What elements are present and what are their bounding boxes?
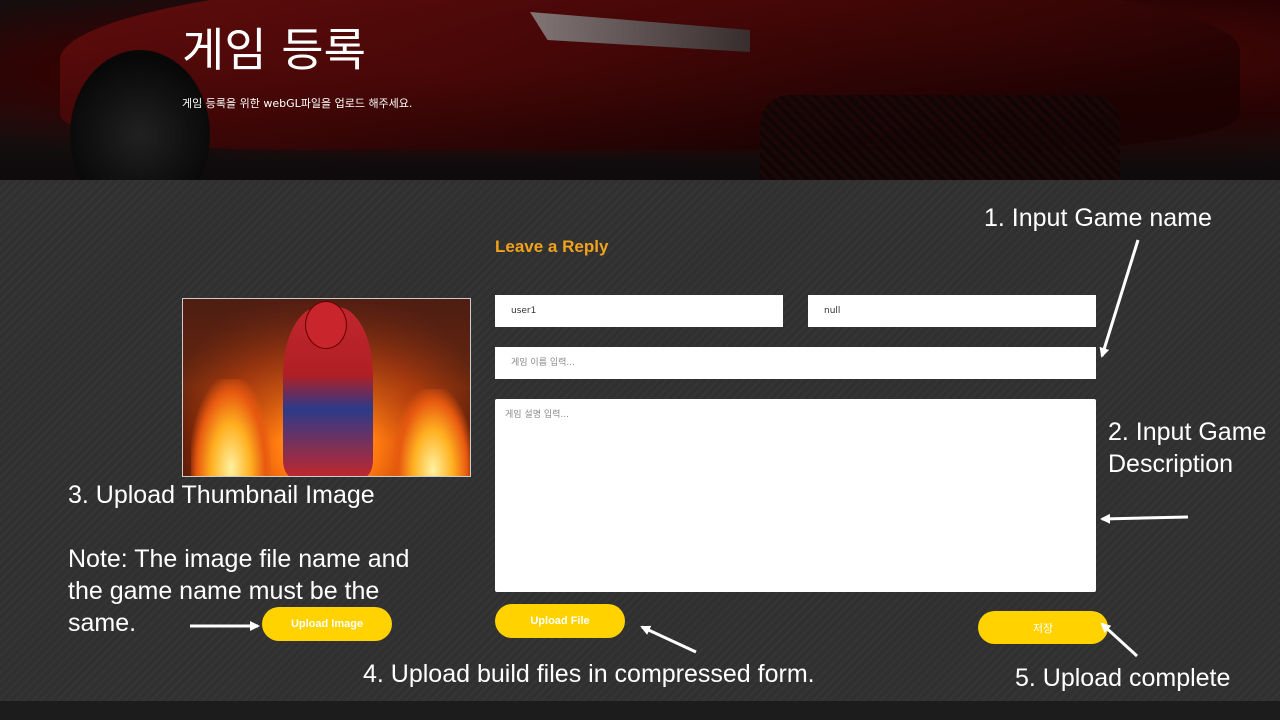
page-title: 게임 등록 xyxy=(182,23,366,77)
game-name-input[interactable] xyxy=(495,347,1096,379)
user-field[interactable] xyxy=(495,295,783,327)
game-description-input[interactable] xyxy=(495,399,1096,592)
form-section-title: Leave a Reply xyxy=(495,237,609,256)
thumbnail-preview-image xyxy=(182,298,471,477)
footer-bar xyxy=(0,701,1280,720)
annotation-step-1: 1. Input Game name xyxy=(984,204,1212,232)
save-button[interactable]: 저장 xyxy=(978,611,1108,644)
annotation-step-4: 4. Upload build files in compressed form… xyxy=(363,660,815,688)
annotation-step-2: 2. Input Game Description xyxy=(1108,418,1267,478)
annotation-note: Note: The image file name and the game n… xyxy=(68,545,410,637)
upload-file-button[interactable]: Upload File xyxy=(495,604,625,638)
annotation-step-5: 5. Upload complete xyxy=(1015,664,1231,692)
page-subtitle: 게임 등록을 위한 webGL파일을 업로드 해주세요. xyxy=(182,97,413,110)
null-field[interactable] xyxy=(808,295,1096,327)
annotation-step-3: 3. Upload Thumbnail Image xyxy=(68,481,375,509)
